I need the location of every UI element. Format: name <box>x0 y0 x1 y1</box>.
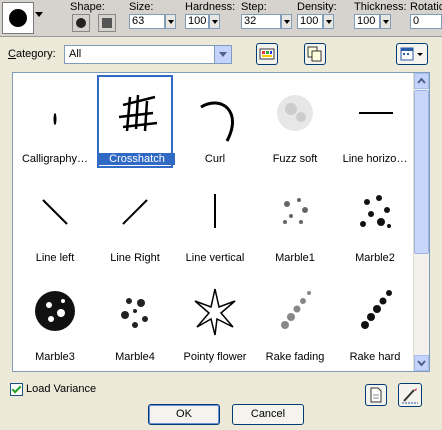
chevron-down-icon[interactable] <box>214 46 231 63</box>
hardness-input[interactable]: 100 <box>185 14 209 29</box>
category-label: Category: <box>8 48 56 60</box>
marble1-brush-icon <box>283 198 308 224</box>
brush-item[interactable]: Calligraphy… <box>17 75 93 168</box>
brush-item-label: Line horizo… <box>342 153 408 165</box>
load-variance-label: Load Variance <box>26 383 97 395</box>
thickness-input[interactable]: 100 <box>354 14 380 29</box>
calligraphy-brush-icon <box>53 113 57 125</box>
fuzz-soft-brush-icon <box>277 95 313 131</box>
vertical-scrollbar[interactable] <box>413 73 429 371</box>
crosshatch-brush-icon <box>118 94 158 132</box>
brush-item-label: Marble3 <box>35 351 75 363</box>
brush-item[interactable]: Rake fading <box>257 273 333 366</box>
brush-item-label: Pointy flower <box>183 351 247 363</box>
rotation-label: Rotation <box>410 1 442 13</box>
brush-item-label: Curl <box>204 153 226 165</box>
brush-item-label: Calligraphy… <box>21 153 89 165</box>
scroll-thumb[interactable] <box>414 90 429 254</box>
document-icon <box>370 387 382 403</box>
ok-button[interactable]: OK <box>148 404 220 425</box>
copy-button[interactable] <box>304 43 326 65</box>
shape-label: Shape: <box>70 1 105 13</box>
thickness-spin-button[interactable] <box>380 14 391 29</box>
brush-item-label: Marble1 <box>275 252 315 264</box>
copy-icon <box>307 46 322 62</box>
brush-list[interactable]: Calligraphy… Crosshatch Curl Fuzz soft Line … <box>12 72 430 372</box>
hardness-label: Hardness: <box>185 1 236 13</box>
brush-item[interactable]: Pointy flower <box>177 273 253 366</box>
brush-item[interactable]: Crosshatch <box>97 75 175 168</box>
size-label: Size: <box>129 1 154 13</box>
chevron-up-icon <box>417 77 426 84</box>
line-vertical-brush-icon <box>214 194 216 228</box>
brush-item[interactable]: Marble2 <box>337 174 413 267</box>
line-horizontal-brush-icon <box>359 112 393 114</box>
load-variance-checkbox[interactable] <box>10 383 23 396</box>
step-spin-button[interactable] <box>281 14 292 29</box>
brush-item-label: Line left <box>35 252 75 264</box>
marble2-brush-icon <box>360 195 391 228</box>
curl-brush-icon <box>200 101 234 142</box>
palette-icon <box>259 48 275 60</box>
brush-edit-button[interactable] <box>398 383 422 407</box>
edit-category-button[interactable] <box>256 43 278 65</box>
view-menu-icon <box>400 47 423 61</box>
scroll-down-button[interactable] <box>414 355 429 371</box>
chevron-down-icon <box>417 360 426 367</box>
square-shape-icon <box>102 18 112 28</box>
brush-item[interactable]: Marble1 <box>257 174 333 267</box>
brush-dot-icon <box>9 9 27 27</box>
size-input[interactable]: 63 <box>129 14 165 29</box>
density-spin-button[interactable] <box>323 14 334 29</box>
paintbrush-icon <box>402 388 418 404</box>
brush-item[interactable]: Marble3 <box>17 273 93 366</box>
pointy-flower-brush-icon <box>194 288 236 336</box>
brush-item[interactable]: Marble4 <box>97 273 173 366</box>
category-select[interactable]: All <box>64 45 232 64</box>
rake-fading-brush-icon <box>281 291 311 329</box>
brush-item-label: Marble2 <box>355 252 395 264</box>
round-shape-button[interactable] <box>72 14 90 32</box>
scroll-up-button[interactable] <box>414 73 429 89</box>
line-right-brush-icon <box>122 199 148 225</box>
brush-item[interactable]: Fuzz soft <box>257 75 333 168</box>
cancel-button[interactable]: Cancel <box>232 404 304 425</box>
brush-item[interactable]: Line Right <box>97 174 173 267</box>
brush-item[interactable]: Line horizo… <box>337 75 413 168</box>
hardness-spin-button[interactable] <box>209 14 220 29</box>
rotation-input[interactable]: 0 <box>410 14 442 29</box>
round-shape-icon <box>76 18 86 28</box>
brush-item-label: Crosshatch <box>99 153 175 165</box>
brush-item-label: Line vertical <box>185 252 245 264</box>
brush-item[interactable]: Line left <box>17 174 93 267</box>
brush-item-label: Fuzz soft <box>272 153 318 165</box>
square-shape-button[interactable] <box>98 14 116 32</box>
size-spin-button[interactable] <box>165 14 176 29</box>
density-label: Density: <box>297 1 337 13</box>
marble3-brush-icon <box>35 291 75 331</box>
brush-item-label: Line Right <box>110 252 160 264</box>
brush-preview[interactable] <box>2 2 34 34</box>
density-input[interactable]: 100 <box>297 14 323 29</box>
line-left-brush-icon <box>42 199 68 225</box>
brush-dropdown-arrow-icon[interactable] <box>35 12 43 17</box>
brush-item-label: Rake fading <box>265 351 325 363</box>
step-input[interactable]: 32 <box>241 14 281 29</box>
tool-options-bar: Shape: Size: 63 Hardness: 100 Step: 32 D… <box>0 0 442 37</box>
brush-item-label: Marble4 <box>115 351 155 363</box>
rake-hard-brush-icon <box>361 290 392 329</box>
category-select-value: All <box>69 48 82 60</box>
brush-item-label: Rake hard <box>349 351 401 363</box>
category-label-rest: ategory: <box>15 48 56 60</box>
category-label-accel: C <box>8 48 16 60</box>
brush-item[interactable]: Curl <box>177 75 253 168</box>
brush-item[interactable]: Line vertical <box>177 174 253 267</box>
brush-item[interactable]: Rake hard <box>337 273 413 366</box>
view-options-button[interactable] <box>396 43 428 65</box>
new-document-button[interactable] <box>365 384 387 406</box>
step-label: Step: <box>241 1 267 13</box>
marble4-brush-icon <box>121 298 148 328</box>
thickness-label: Thickness: <box>354 1 407 13</box>
